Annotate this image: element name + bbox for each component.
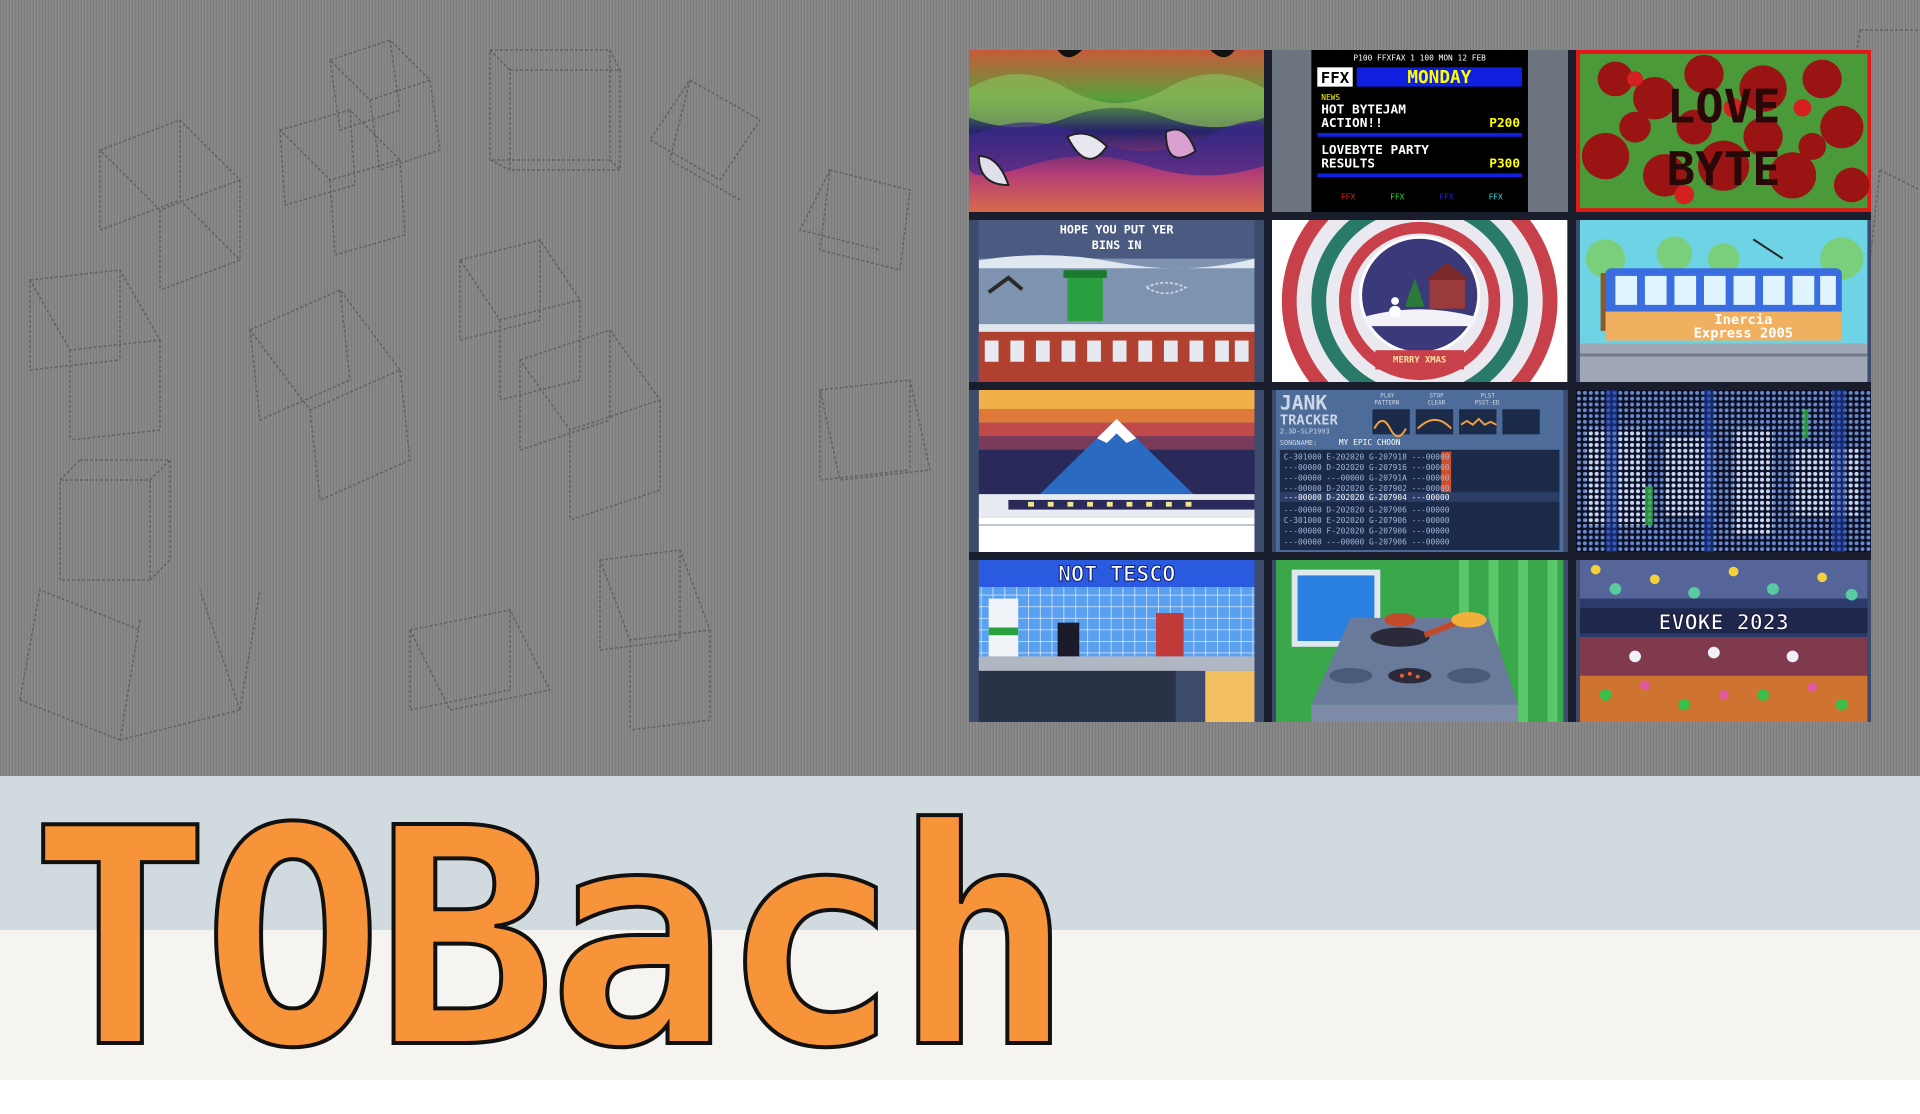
tracker-row-active: ---00000 D-202020 G-207904 ---00000 [1284,493,1450,502]
thumb-teletext: P100 FFXFAX 1 100 MON 12 FEB FFX MONDAY … [1272,50,1568,212]
tracker-row: ---00000 D-202020 G-207916 ---00000 [1284,463,1450,472]
thumb-evoke: EVOKE 2023 [1575,560,1871,722]
teletext-section: NEWS [1322,93,1341,102]
thumb-mountain-train [969,390,1265,552]
tracker-btn-pattern: PATTERN [1375,401,1400,407]
tracker-btn-clear: CLEAR [1428,401,1446,407]
tracker-btn-play: PLAY [1381,394,1396,400]
tracker-title-1: JANK [1280,391,1328,414]
tram-line2: Express 2005 [1693,326,1792,342]
teletext-footer-3: FFX [1440,193,1455,202]
thumb-tram: Inercia Express 2005 [1575,220,1871,382]
lovebyte-line1: LOVE [1666,81,1780,134]
bins-line2: BINS IN [1092,238,1142,252]
bins-line1: HOPE YOU PUT YER [1060,223,1175,237]
tracker-row: C-301000 E-202020 G-207918 ---00000 [1284,453,1450,462]
evoke-label: EVOKE 2023 [1658,611,1788,636]
tracker-row: ---00000 D-202020 G-207902 ---00000 [1284,484,1450,493]
thumb-shop: NOT TESCO [969,560,1265,722]
tracker-btn-stop: STOP [1430,394,1445,400]
page-title: TOBach [28,765,1076,1114]
thumb-bins: HOPE YOU PUT YER BINS IN [969,220,1265,382]
teletext-story1-line2: ACTION!! [1322,115,1384,130]
tracker-row: ---00000 ---00000 G-207906 ---00000 [1284,537,1450,546]
tracker-version: 2.3D-SLP1993 [1280,427,1330,435]
teletext-story2-page: P300 [1490,156,1521,171]
snowglobe-caption: MERRY XMAS [1393,356,1446,366]
teletext-footer-4: FFX [1489,193,1504,202]
shop-sign: NOT TESCO [1058,562,1175,587]
thumb-cooker [1272,560,1568,722]
teletext-day: MONDAY [1408,68,1472,88]
tracker-title-2: TRACKER [1280,413,1339,429]
tracker-row: ---00000 F-202020 G-207906 ---00000 [1284,527,1450,536]
tracker-btn-plst: PLST [1481,394,1496,400]
tracker-songname: MY EPIC CHOON [1339,438,1401,447]
tracker-row: ---00000 D-202020 G-207906 ---00000 [1284,506,1450,515]
teletext-brand: FFX [1321,69,1350,87]
thumb-jank-tracker: JANK TRACKER 2.3D-SLP1993 PLAY PATTERN S… [1272,390,1568,552]
tracker-row: ---00000 ---00000 G-20791A ---00000 [1284,474,1450,483]
lovebyte-line2: BYTE [1666,143,1780,196]
tracker-songname-label: SONGNAME: [1280,439,1317,447]
teletext-story2-line2: RESULTS [1322,156,1376,171]
thumb-wavy-shader [969,50,1265,212]
teletext-footer-2: FFX [1390,193,1405,202]
thumbnail-grid: P100 FFXFAX 1 100 MON 12 FEB FFX MONDAY … [969,50,1871,722]
tracker-btn-psst: PSST-ED [1475,401,1500,407]
teletext-story1-page: P200 [1490,115,1521,130]
teletext-header: P100 FFXFAX 1 100 MON 12 FEB [1354,54,1487,63]
teletext-footer-1: FFX [1341,193,1356,202]
thumb-lovebyte: LOVE BYTE [1575,50,1871,212]
thumb-snowglobe: MERRY XMAS [1272,220,1568,382]
thumb-glitch-dots [1575,390,1871,552]
tracker-row: C-301000 E-202020 G-207906 ---00000 [1284,516,1450,525]
